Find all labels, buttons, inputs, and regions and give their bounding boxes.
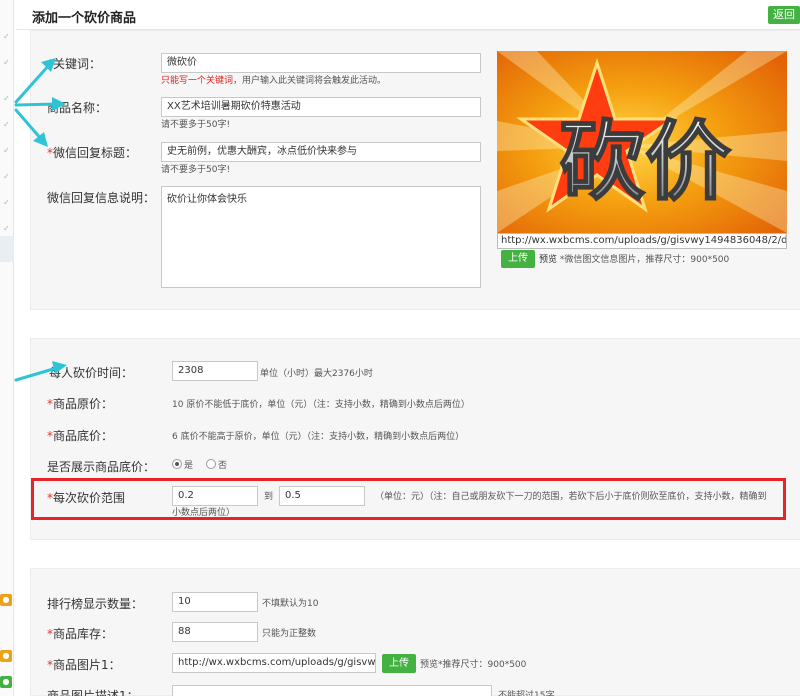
image-desc1-label: 商品图片描述1：: [47, 689, 139, 696]
image1-upload-button[interactable]: 上传: [382, 654, 416, 673]
base-price-label-text: 商品底价：: [53, 429, 114, 443]
sidebar-strip: ✓ ✓ ✓ ✓ ✓ ✓ ✓ ✓ ● ● ●: [0, 0, 14, 696]
keyword-label-text: 关键词：: [53, 57, 102, 71]
wechat-desc-textarea[interactable]: 砍价让你体会快乐: [161, 186, 481, 288]
chevron-icon[interactable]: ✓: [3, 198, 10, 207]
chevron-icon[interactable]: ✓: [3, 146, 10, 155]
chevron-icon[interactable]: ✓: [3, 58, 10, 67]
cover-image-text: 砍价: [559, 112, 731, 212]
wechat-desc-label: 微信回复信息说明：: [47, 191, 156, 205]
wechat-title-input[interactable]: 史无前例，优惠大酬宾，冰点低价快来参与: [161, 142, 481, 162]
notice-icon[interactable]: ●: [0, 650, 12, 662]
cover-url-input[interactable]: http://wx.wxbcms.com/uploads/g/gisvwy149…: [497, 233, 787, 249]
keyword-label: *关键词：: [47, 57, 102, 71]
sidebar-active-item[interactable]: [0, 236, 14, 262]
product-name-input[interactable]: XX艺术培训暑期砍价特惠活动: [161, 97, 481, 117]
page-title: 添加一个砍价商品: [32, 11, 137, 26]
stock-label: *商品库存：: [47, 627, 114, 641]
wechat-title-label-text: 微信回复标题：: [53, 146, 138, 160]
cut-time-hint: 单位（小时）最大2376小时: [260, 369, 373, 379]
original-price-label: *商品原价：: [47, 397, 114, 411]
cover-image-art: 砍价: [497, 51, 787, 233]
cover-preview-note: 预览 *微信图文信息图片，推荐尺寸：900*500: [539, 252, 729, 265]
keyword-hint: 只能写一个关键词，用户输入此关键词将会触发此活动。: [161, 73, 386, 86]
image1-label-text: 商品图片1：: [53, 658, 121, 672]
title-bar: 添加一个砍价商品 返回: [16, 0, 800, 30]
image-desc1-input[interactable]: [172, 685, 492, 696]
image1-preview-note: 预览*推荐尺寸：900*500: [420, 657, 526, 670]
cover-note: *微信图文信息图片，推荐尺寸：900*500: [559, 255, 730, 265]
chevron-icon[interactable]: ✓: [3, 32, 10, 41]
keyword-hint-red: 只能写一个关键词: [161, 76, 234, 86]
image1-label: *商品图片1：: [47, 658, 121, 672]
show-base-yes-label: 是: [184, 461, 194, 471]
keyword-input[interactable]: 微砍价: [161, 53, 481, 73]
show-base-label: 是否展示商品底价：: [47, 460, 156, 474]
image1-url-input[interactable]: http://wx.wxbcms.com/uploads/g/gisvwy14: [172, 653, 376, 673]
rank-count-hint: 不填默认为10: [262, 599, 319, 609]
basic-info-panel: *关键词： 微砍价 只能写一个关键词，用户输入此关键词将会触发此活动。 商品名称…: [30, 30, 800, 310]
cover-image: 砍价: [497, 51, 787, 233]
chevron-icon[interactable]: ✓: [3, 224, 10, 233]
original-price-label-text: 商品原价：: [53, 397, 114, 411]
cut-time-input[interactable]: 2308: [172, 361, 258, 381]
original-price-text: 10 原价不能低于底价，单位（元）（注：支持小数，精确到小数点后两位）: [172, 400, 470, 410]
image-desc1-hint: 不能超过15字: [498, 691, 555, 696]
notice-icon[interactable]: ●: [0, 594, 12, 606]
cover-preview-link[interactable]: 预览: [539, 255, 557, 265]
base-price-label: *商品底价：: [47, 429, 114, 443]
rank-count-input[interactable]: 10: [172, 592, 258, 612]
chevron-icon[interactable]: ✓: [3, 172, 10, 181]
base-price-text: 6 底价不能高于原价，单位（元）（注：支持小数，精确到小数点后两位）: [172, 432, 465, 442]
show-base-yes-radio[interactable]: [172, 459, 182, 469]
image1-note: *推荐尺寸：900*500: [438, 660, 527, 670]
highlight-box: [31, 478, 786, 520]
chevron-icon[interactable]: ✓: [3, 94, 10, 103]
stock-label-text: 商品库存：: [53, 627, 114, 641]
keyword-hint-rest: ，用户输入此关键词将会触发此活动。: [233, 76, 387, 86]
stock-hint: 只能为正整数: [262, 629, 317, 639]
image1-preview-link[interactable]: 预览: [420, 660, 438, 670]
rank-count-label: 排行榜显示数量：: [47, 597, 144, 611]
chevron-icon[interactable]: ✓: [3, 120, 10, 129]
show-base-no-radio[interactable]: [206, 459, 216, 469]
back-button[interactable]: 返回: [768, 6, 800, 24]
product-name-label: 商品名称：: [47, 101, 108, 115]
stock-input[interactable]: 88: [172, 622, 258, 642]
inventory-panel: 排行榜显示数量： 10 不填默认为10 *商品库存： 88 只能为正整数 *商品…: [30, 568, 800, 696]
wechat-title-hint: 请不要多于50字!: [161, 165, 231, 175]
product-name-hint: 请不要多于50字!: [161, 120, 231, 130]
cover-upload-button[interactable]: 上传: [501, 250, 535, 268]
chat-icon[interactable]: ●: [0, 676, 12, 688]
cut-time-label: 每人砍价时间：: [49, 366, 134, 380]
wechat-title-label: *微信回复标题：: [47, 146, 138, 160]
show-base-no-label: 否: [218, 461, 228, 471]
